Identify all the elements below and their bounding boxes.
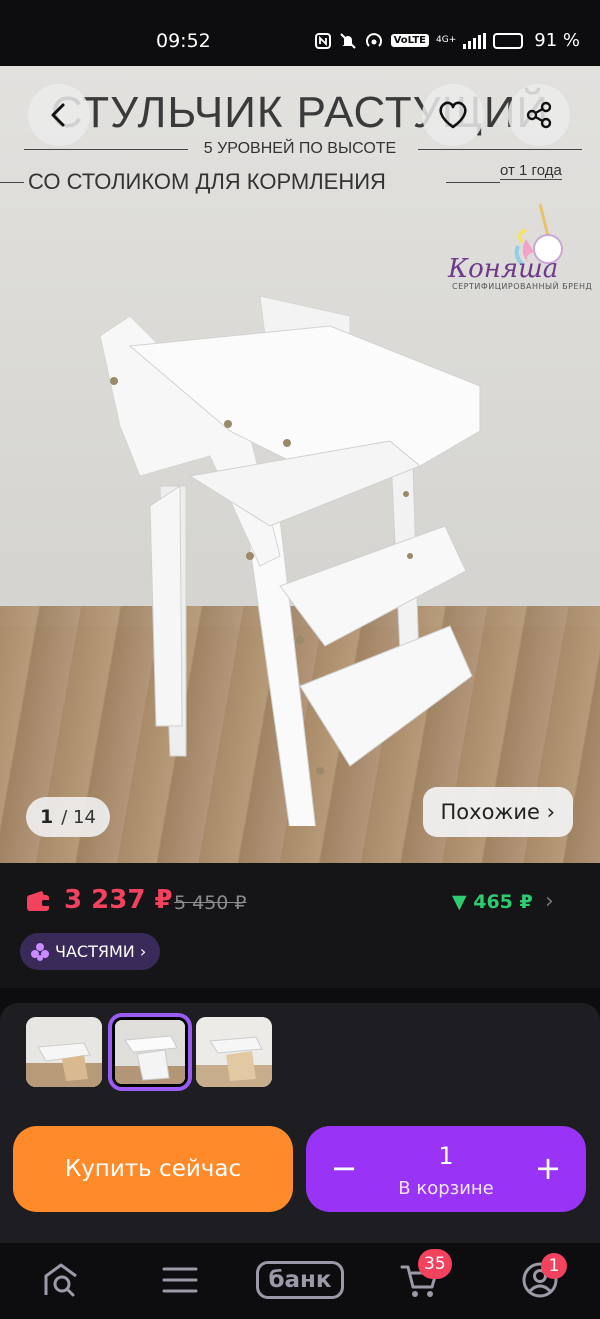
network-type: 4G+ (436, 36, 456, 45)
pay-in-parts-label: ЧАСТЯМИ › (55, 942, 147, 961)
mute-icon (339, 32, 357, 50)
wallet-icon (26, 890, 52, 916)
hotspot-icon (364, 32, 384, 50)
brand-tagline: СЕРТИФИЦИРОВАННЫЙ БРЕНД (452, 282, 593, 291)
divider (0, 182, 24, 183)
cart-quantity-stepper[interactable]: − 1 В корзине + (306, 1126, 586, 1212)
price-details-chevron-icon[interactable]: › (545, 889, 554, 914)
menu-icon (162, 1267, 198, 1293)
hero-age: от 1 года (500, 162, 562, 180)
status-icons: VoLTE 4G+ 91 % (314, 30, 580, 51)
image-counter-current: 1 (40, 806, 54, 828)
image-counter-total: / 14 (61, 806, 96, 828)
tab-cart[interactable]: 35 (390, 1249, 452, 1305)
brand-name: Коняша (448, 254, 559, 284)
hero-subtitle-levels: 5 УРОВНЕЙ ПО ВЫСОТЕ (203, 140, 397, 157)
price-panel: 3 237 ₽ 5 450 ₽ ▼ 465 ₽ › ЧАСТЯМИ › (0, 863, 600, 988)
tab-home[interactable] (31, 1255, 91, 1305)
bottom-navigation: банк 35 1 (0, 1243, 600, 1319)
purchase-sheet: Купить сейчас − 1 В корзине + (0, 1003, 600, 1243)
old-price: 5 450 ₽ (174, 892, 247, 914)
nfc-icon (314, 32, 332, 50)
status-time: 09:52 (156, 30, 211, 52)
home-search-icon (44, 1263, 77, 1297)
favorite-button[interactable] (422, 84, 484, 146)
image-counter: 1 / 14 (26, 797, 110, 837)
divider (446, 182, 500, 183)
similar-button[interactable]: Похожие › (422, 787, 573, 837)
volte-badge: VoLTE (390, 34, 430, 47)
battery-percent: 91 % (534, 30, 580, 51)
price-drop[interactable]: ▼ 465 ₽ (452, 891, 533, 913)
tab-profile[interactable]: 1 (510, 1253, 570, 1305)
status-bar: 09:52 VoLTE 4G+ 91 % (0, 0, 600, 66)
parts-icon (31, 942, 49, 961)
battery-icon (493, 32, 524, 49)
signal-icon (463, 32, 487, 49)
product-image[interactable]: СТУЛЬЧИК РАСТУЩИЙ 5 УРОВНЕЙ ПО ВЫСОТЕ СО… (0, 66, 600, 863)
current-price: 3 237 ₽ (64, 885, 173, 915)
profile-badge: 1 (541, 1253, 567, 1279)
variant-thumbnail-selected[interactable] (108, 1013, 192, 1091)
cart-badge: 35 (418, 1249, 452, 1279)
buy-now-button[interactable]: Купить сейчас (13, 1126, 293, 1212)
increase-quantity-button[interactable]: + (526, 1146, 570, 1190)
chevron-left-icon (51, 103, 65, 127)
variant-thumbnail[interactable] (26, 1017, 102, 1087)
variant-thumbnail[interactable] (196, 1017, 272, 1087)
network-label: 4G+ (436, 35, 457, 45)
tab-bank[interactable]: банк (256, 1255, 344, 1305)
chair-illustration (99, 295, 481, 826)
hero-subtitle-tray: СО СТОЛИКОМ ДЛЯ КОРМЛЕНИЯ (28, 169, 386, 194)
share-button[interactable] (508, 84, 570, 146)
pay-in-parts-button[interactable]: ЧАСТЯМИ › (20, 933, 161, 970)
bank-label: банк (256, 1261, 344, 1299)
back-button[interactable] (28, 84, 90, 146)
share-icon (526, 101, 552, 129)
tab-catalog[interactable] (150, 1255, 210, 1305)
heart-icon (439, 101, 467, 129)
